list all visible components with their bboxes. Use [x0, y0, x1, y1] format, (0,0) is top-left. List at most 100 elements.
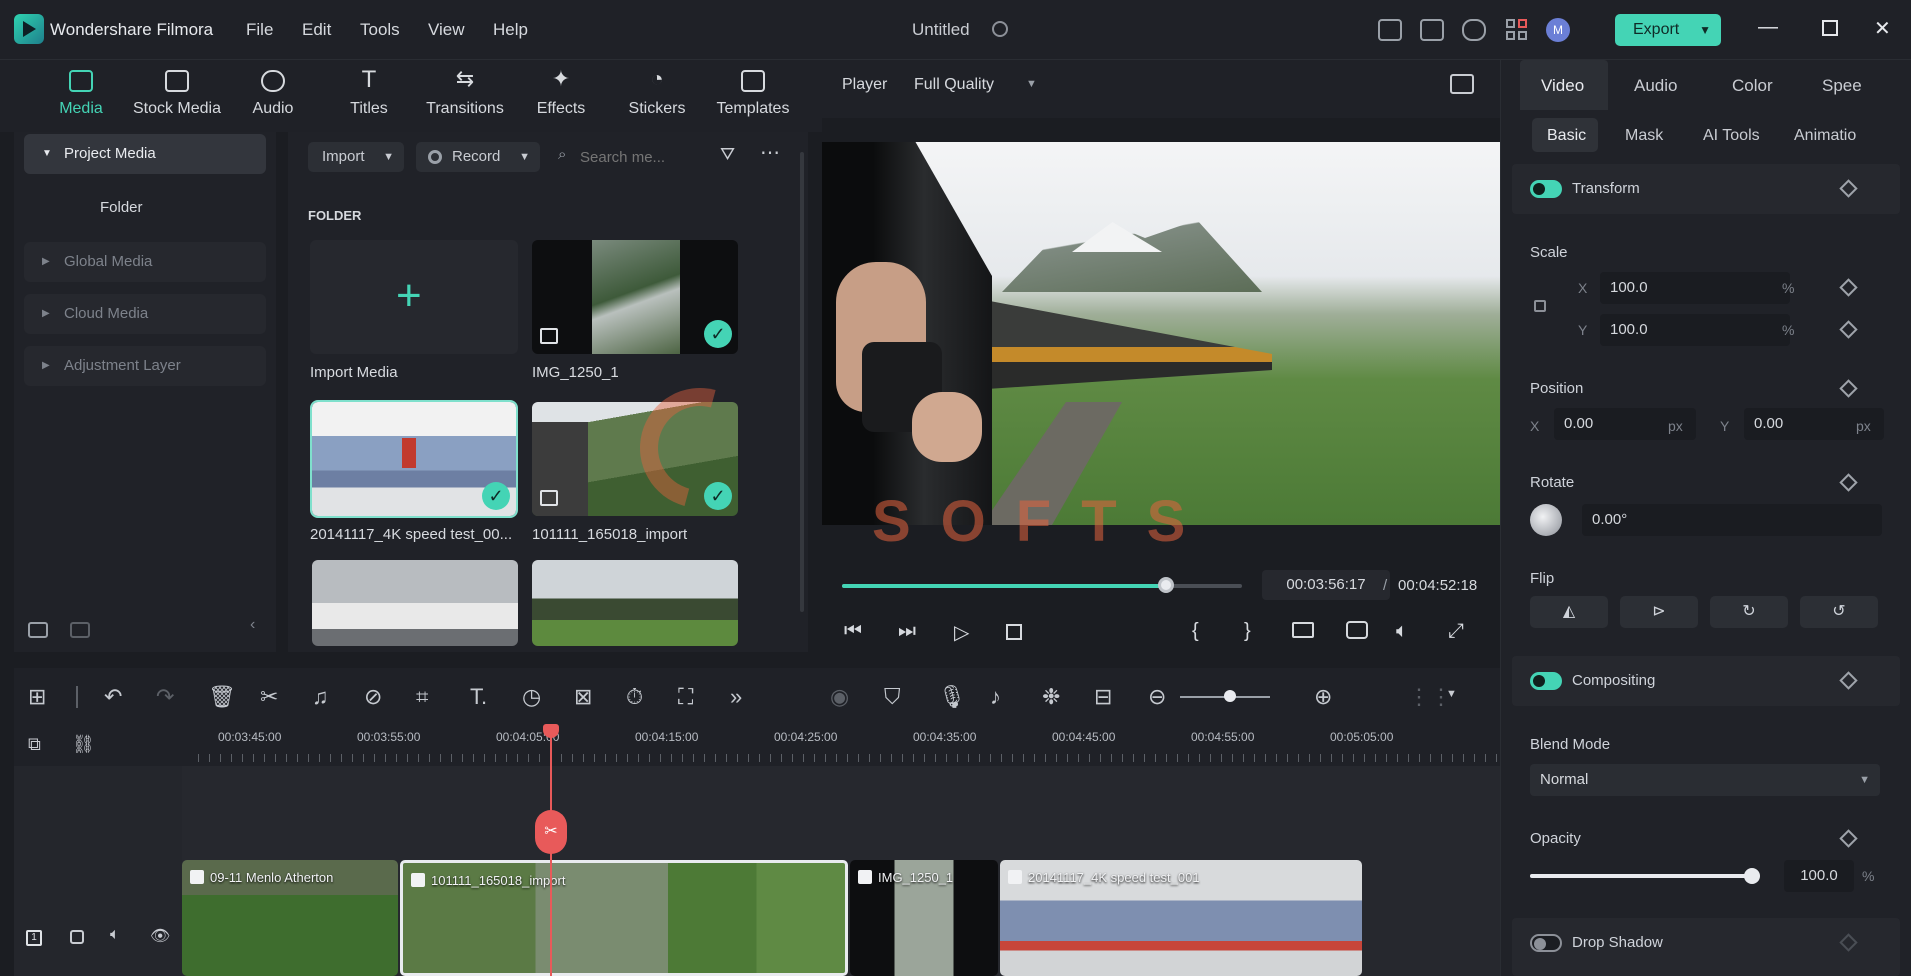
timer-icon[interactable]: ⏱︎: [626, 684, 643, 710]
media-thumb-20141117[interactable]: ✓: [310, 400, 518, 518]
timeline-clip[interactable]: 09-11 Menlo Atherton: [182, 860, 398, 976]
rotate-input[interactable]: 0.00°: [1582, 504, 1882, 536]
minimize-icon[interactable]: —: [1758, 16, 1778, 39]
chevron-down-icon[interactable]: ▼: [1446, 688, 1457, 700]
library-global-media[interactable]: ▶ Global Media: [24, 242, 266, 282]
tab-titles[interactable]: T Titles: [321, 60, 417, 132]
quality-select[interactable]: Full Quality: [914, 76, 994, 94]
lock-track-icon[interactable]: [70, 930, 84, 944]
timeline-clip[interactable]: 20141117_4K speed test_001: [1000, 860, 1362, 976]
import-media-card[interactable]: +: [310, 240, 518, 354]
library-folder[interactable]: Folder: [24, 188, 266, 228]
timeline-clip[interactable]: IMG_1250_1: [850, 860, 998, 976]
menu-edit[interactable]: Edit: [302, 20, 331, 40]
layout-icon[interactable]: [1378, 19, 1402, 41]
video-preview[interactable]: [822, 142, 1500, 525]
drop-shadow-toggle[interactable]: [1530, 934, 1562, 952]
apps-grid-icon[interactable]: [1506, 19, 1528, 41]
tab-color[interactable]: Color: [1732, 76, 1773, 96]
play-icon[interactable]: ▷: [954, 620, 969, 645]
user-avatar[interactable]: M: [1546, 18, 1570, 42]
folder-icon[interactable]: [70, 622, 90, 638]
add-track-icon[interactable]: ⧉: [28, 734, 41, 755]
audio-note-icon[interactable]: ♫: [312, 684, 329, 710]
tab-audio-props[interactable]: Audio: [1634, 76, 1677, 96]
zoom-out-icon[interactable]: ⊖: [1148, 684, 1166, 710]
flip-horizontal-button[interactable]: ◭: [1530, 596, 1608, 628]
tab-stickers[interactable]: ◔ Stickers: [609, 60, 705, 132]
menu-view[interactable]: View: [428, 20, 465, 40]
display-icon[interactable]: [1292, 622, 1314, 638]
ai-effect-icon[interactable]: ❉: [1042, 684, 1060, 710]
stop-icon[interactable]: [1006, 624, 1022, 640]
mute-track-icon[interactable]: 🔈︎: [110, 926, 120, 944]
visibility-eye-icon[interactable]: 👁︎: [150, 926, 170, 946]
subtab-mask[interactable]: Mask: [1625, 127, 1663, 145]
library-adjustment-layer[interactable]: ▶ Adjustment Layer: [24, 346, 266, 386]
compositing-toggle[interactable]: [1530, 672, 1562, 690]
audio-mix-icon[interactable]: ♪: [990, 684, 1001, 710]
text-tool-icon[interactable]: T.: [470, 684, 487, 710]
marker-icon[interactable]: ⛉: [884, 684, 901, 710]
scale-x-input[interactable]: 100.0: [1600, 272, 1790, 304]
camera-snapshot-icon[interactable]: [1346, 621, 1368, 639]
collapse-panel-icon[interactable]: ‹: [250, 616, 255, 634]
speed-icon[interactable]: ◷: [522, 684, 541, 710]
subtab-animation[interactable]: Animatio: [1794, 127, 1874, 145]
blend-mode-select[interactable]: Normal ▼: [1530, 764, 1880, 796]
media-thumb-img-1250[interactable]: ✓: [532, 240, 738, 354]
cut-icon[interactable]: ✂: [260, 684, 278, 710]
tab-speed[interactable]: Spee: [1822, 76, 1882, 96]
volume-icon[interactable]: 🔈︎: [1396, 620, 1408, 643]
link-icon[interactable]: ⛓︎: [72, 734, 95, 755]
opacity-input[interactable]: 100.0: [1784, 860, 1854, 892]
tab-templates[interactable]: Templates: [705, 60, 801, 132]
subtab-basic[interactable]: Basic: [1547, 127, 1586, 145]
rotate-dial[interactable]: [1530, 504, 1562, 536]
crop-icon[interactable]: ⌗: [416, 684, 428, 710]
import-dropdown[interactable]: Import ▼: [308, 142, 404, 172]
tab-stock-media[interactable]: Stock Media: [129, 60, 225, 132]
layout-grid-icon[interactable]: ⊞: [28, 684, 46, 710]
tab-video[interactable]: Video: [1541, 76, 1584, 96]
more-options-icon[interactable]: ⋯: [760, 140, 780, 165]
delete-icon[interactable]: 🗑︎: [208, 684, 236, 710]
zoom-in-icon[interactable]: ⊕: [1314, 684, 1332, 710]
maximize-icon[interactable]: [1822, 20, 1838, 36]
fullscreen-icon[interactable]: ⤢: [1448, 620, 1464, 643]
filter-icon[interactable]: ⛛: [720, 144, 735, 165]
chevron-down-icon[interactable]: ▼: [1026, 78, 1037, 90]
drop-shadow-section-header[interactable]: [1512, 918, 1900, 976]
media-scrollbar[interactable]: [800, 152, 804, 612]
next-frame-icon[interactable]: ⏭: [898, 620, 916, 643]
menu-help[interactable]: Help: [493, 20, 528, 40]
media-thumb-truck[interactable]: [312, 560, 518, 646]
replace-icon[interactable]: ⊟: [1094, 684, 1112, 710]
tab-audio[interactable]: Audio: [225, 60, 321, 132]
media-thumb-field[interactable]: [532, 560, 738, 646]
library-project-media[interactable]: ▼ Project Media: [24, 134, 266, 174]
zoom-slider-knob[interactable]: [1224, 690, 1236, 702]
auto-reframe-icon[interactable]: ⛶: [678, 684, 693, 710]
save-icon[interactable]: [1420, 19, 1444, 41]
timeline-clip-selected[interactable]: 101111_165018_import: [400, 860, 848, 976]
cloud-upload-icon[interactable]: [1462, 19, 1486, 41]
mark-in-icon[interactable]: {: [1192, 620, 1199, 643]
flip-vertical-button[interactable]: ⊳: [1620, 596, 1698, 628]
progress-knob[interactable]: [1158, 577, 1174, 593]
redo-icon[interactable]: ↷: [156, 684, 174, 710]
export-button[interactable]: Export ▼: [1615, 14, 1721, 46]
render-icon[interactable]: ◉: [830, 684, 849, 710]
split-scissor-icon[interactable]: ✂: [535, 810, 567, 854]
tab-transitions[interactable]: ⇆ Transitions: [417, 60, 513, 132]
tab-effects[interactable]: ✦ Effects: [513, 60, 609, 132]
close-icon[interactable]: ✕: [1874, 16, 1891, 41]
undo-icon[interactable]: ↶: [104, 684, 122, 710]
tab-media[interactable]: Media: [33, 60, 129, 132]
rotate-left-button[interactable]: ↺: [1800, 596, 1878, 628]
more-tools-icon[interactable]: »: [730, 684, 742, 710]
lock-ratio-icon[interactable]: [1534, 300, 1546, 312]
search-input[interactable]: [580, 142, 690, 172]
prev-frame-icon[interactable]: ⏮: [844, 620, 862, 643]
microphone-icon[interactable]: 🎙︎: [938, 684, 966, 710]
